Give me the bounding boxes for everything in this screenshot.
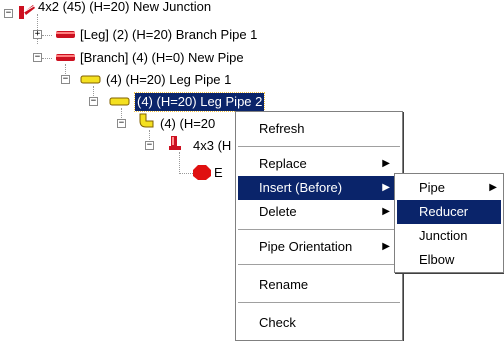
elbow-icon	[139, 113, 154, 128]
menu-item-label: Insert (Before)	[259, 180, 343, 195]
collapse-toggle[interactable]: −	[33, 53, 42, 62]
submenu-arrow-icon: ▶	[489, 182, 497, 193]
tree-connector	[179, 173, 193, 174]
tree-node-label: E	[214, 165, 223, 180]
tree-connector	[42, 35, 52, 36]
tree-node-label: (4) (H=20	[160, 116, 216, 131]
menu-item-pipe-orientation[interactable]: Pipe Orientation ▶	[238, 235, 400, 259]
menu-item-delete[interactable]: Delete ▶	[238, 200, 400, 224]
pipe-icon	[56, 54, 75, 61]
expand-toggle[interactable]: +	[33, 30, 42, 39]
tree-node-label: [Branch] (4) (H=0) New Pipe	[80, 50, 244, 65]
tree-node-label: 4x2 (45) (H=20) New Junction	[38, 0, 212, 14]
menu-item-label: Check	[259, 315, 296, 330]
pipe-icon	[109, 97, 130, 106]
tree-node-label: 4x3 (H	[193, 138, 232, 153]
collapse-toggle[interactable]: −	[4, 9, 13, 18]
menu-separator	[238, 229, 400, 231]
menu-item-label: Delete	[259, 204, 297, 219]
submenu-item-reducer[interactable]: Reducer	[397, 200, 501, 224]
menu-item-label: Junction	[419, 228, 468, 243]
menu-separator	[238, 264, 400, 266]
menu-item-label: Reducer	[419, 204, 469, 219]
context-menu: Refresh Replace ▶ Insert (Before) ▶ Dele…	[235, 111, 403, 341]
menu-item-label: Pipe	[419, 180, 446, 195]
menu-item-label: Replace	[259, 156, 307, 171]
menu-item-label: Pipe Orientation	[259, 239, 353, 254]
tree-node-label: [Leg] (2) (H=20) Branch Pipe 1	[80, 27, 258, 42]
menu-item-label: Rename	[259, 277, 309, 292]
menu-item-replace[interactable]: Replace ▶	[238, 152, 400, 176]
submenu-arrow-icon: ▶	[382, 158, 390, 169]
menu-item-rename[interactable]: Rename	[238, 273, 400, 297]
submenu-item-elbow[interactable]: Elbow	[397, 248, 501, 272]
junction-icon	[19, 5, 35, 19]
reducer-icon	[169, 136, 181, 150]
pipe-icon	[80, 75, 101, 84]
menu-item-label: Elbow	[419, 252, 455, 267]
menu-item-insert-before[interactable]: Insert (Before) ▶	[238, 176, 400, 200]
menu-separator	[238, 146, 400, 148]
submenu-arrow-icon: ▶	[382, 206, 390, 217]
menu-item-label: Refresh	[259, 121, 305, 136]
submenu-arrow-icon: ▶	[382, 241, 390, 252]
insert-submenu: Pipe ▶ Reducer Junction Elbow	[394, 173, 504, 273]
menu-separator	[238, 302, 400, 304]
submenu-arrow-icon: ▶	[382, 182, 390, 193]
collapse-toggle[interactable]: −	[117, 119, 126, 128]
tree-connector	[179, 152, 180, 174]
submenu-item-junction[interactable]: Junction	[397, 224, 501, 248]
menu-item-check[interactable]: Check	[238, 311, 400, 335]
pipe-icon	[56, 31, 75, 38]
collapse-toggle[interactable]: −	[145, 141, 154, 150]
collapse-toggle[interactable]: −	[89, 97, 98, 106]
menu-item-refresh[interactable]: Refresh	[238, 117, 400, 141]
end-cap-icon	[193, 165, 211, 180]
tree-node-label-selected: (4) (H=20) Leg Pipe 2	[133, 92, 266, 112]
submenu-item-pipe[interactable]: Pipe ▶	[397, 176, 501, 200]
tree-connector	[42, 58, 52, 59]
tree-node-label: (4) (H=20) Leg Pipe 1	[106, 72, 232, 87]
collapse-toggle[interactable]: −	[61, 75, 70, 84]
